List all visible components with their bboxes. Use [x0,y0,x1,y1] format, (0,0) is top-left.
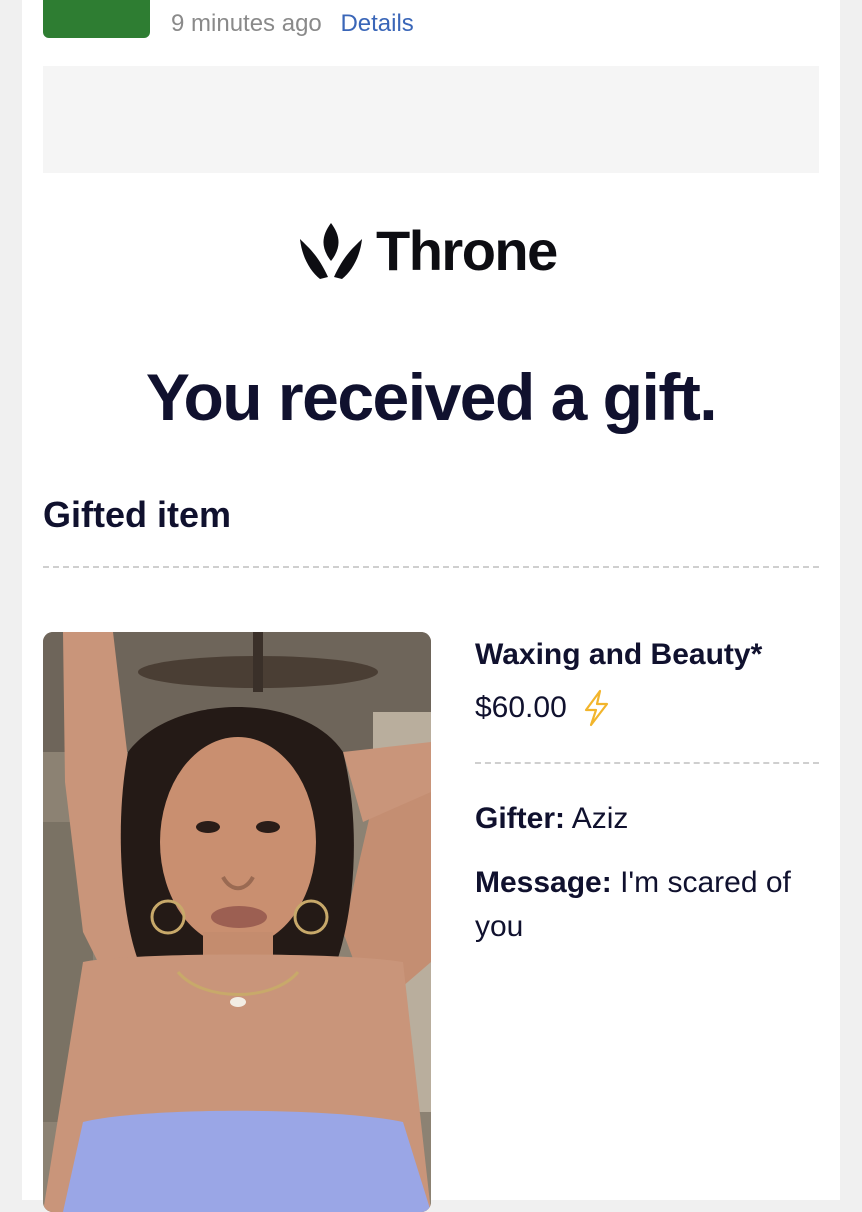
photo-image [43,632,431,1212]
gifter-value: Aziz [571,802,629,835]
email-timestamp: 9 minutes ago [171,10,322,37]
divider [475,762,819,764]
item-price-row: $60.00 [475,686,611,730]
product-photo[interactable] [43,632,431,1212]
email-banner-placeholder [43,66,819,173]
gifter-label: Gifter: [475,802,565,835]
section-title: Gifted item [43,494,232,535]
details-link[interactable]: Details [340,10,413,37]
gifter-line: Gifter: Aziz [475,797,628,841]
email-meta: 9 minutes ago Details [171,6,414,42]
sender-avatar[interactable] [43,0,150,38]
message-line: Message: I'm scared of you [475,861,815,949]
page-headline: You received a gift. [145,360,718,434]
item-price: $60.00 [475,691,567,724]
brand-logo: Throne [298,218,558,284]
crown-leaf-icon [300,223,362,279]
item-name: Waxing and Beauty* [475,638,763,671]
message-label: Message: [475,866,612,899]
lightning-bolt-icon [584,689,608,727]
brand-name: Throne [376,219,558,282]
divider [43,566,819,568]
